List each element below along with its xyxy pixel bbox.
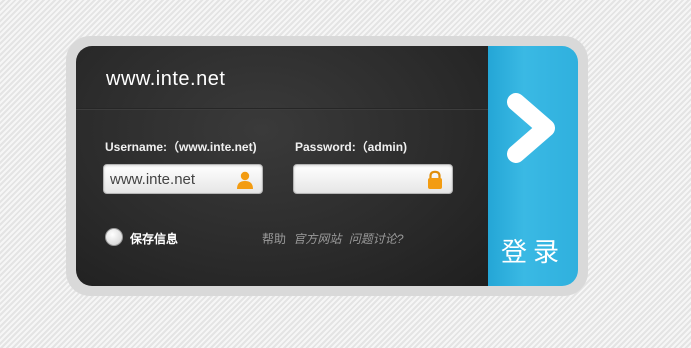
site-title: www.inte.net [106, 68, 226, 90]
footer-links: 帮助 官方网站 问题讨论? [262, 230, 403, 247]
lock-icon [428, 170, 442, 189]
remember-label: 保存信息 [130, 232, 179, 246]
username-field-box [103, 164, 263, 194]
user-icon [237, 171, 253, 189]
username-label: Username:（www.inte.net) [105, 140, 257, 154]
password-label: Password:（admin) [295, 140, 408, 154]
username-input[interactable] [104, 165, 238, 193]
remember-radio[interactable] [105, 228, 123, 246]
login-button[interactable]: 登录 [488, 46, 578, 286]
password-input[interactable] [294, 165, 428, 193]
help-link[interactable]: 帮助 [262, 232, 286, 246]
divider [76, 108, 488, 109]
discussion-link[interactable]: 问题讨论? [349, 232, 404, 246]
official-site-link[interactable]: 官方网站 [293, 232, 341, 246]
chevron-right-icon [507, 93, 555, 163]
password-field-box [293, 164, 453, 194]
login-button-label: 登录 [500, 238, 565, 268]
login-panel: www.inte.net Username:（www.inte.net) Pas… [76, 46, 488, 286]
